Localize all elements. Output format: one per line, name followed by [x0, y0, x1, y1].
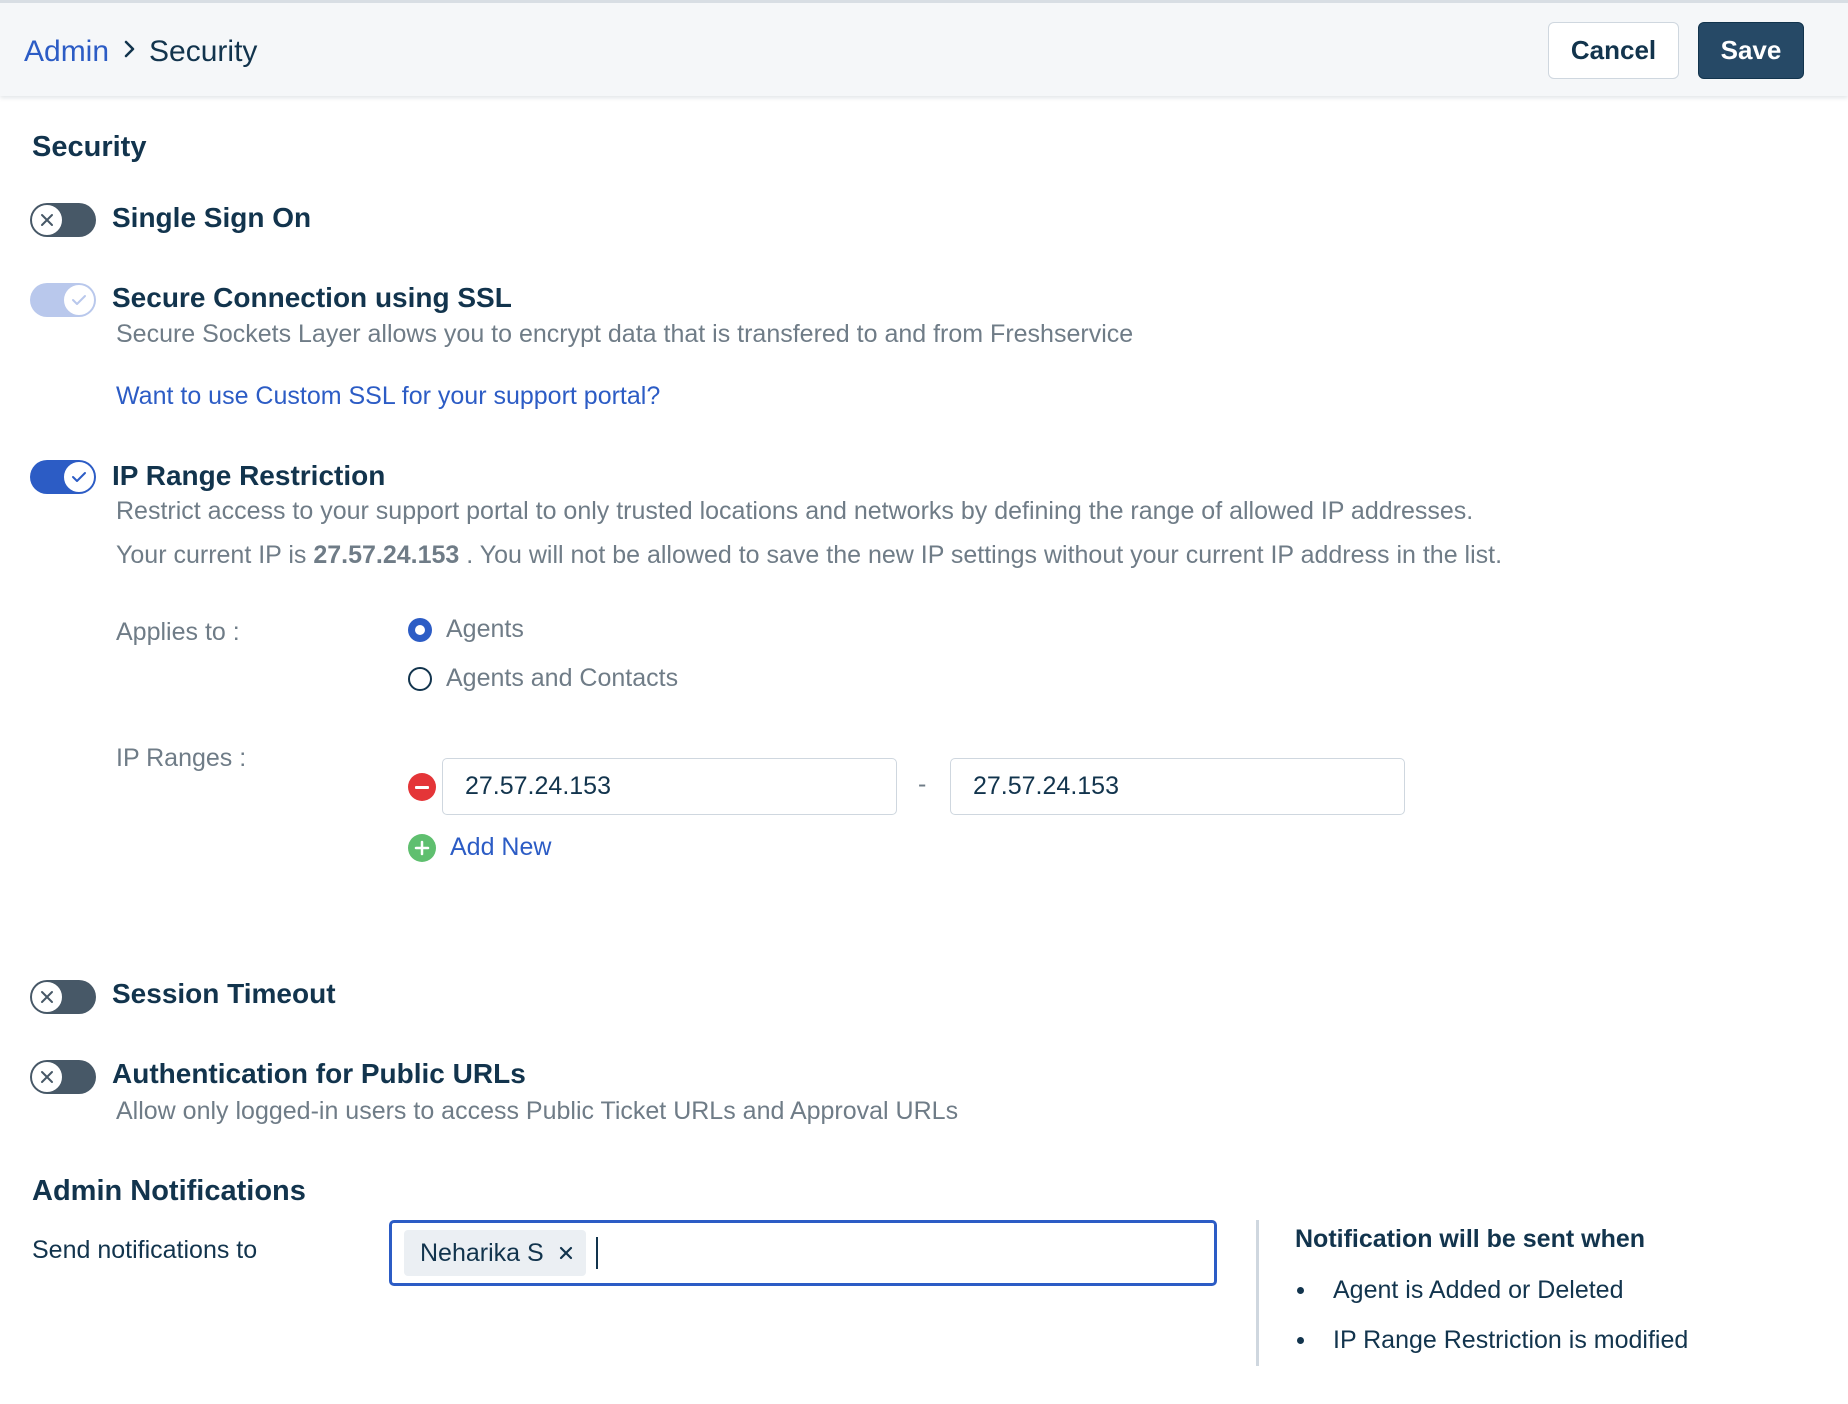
- range-separator: -: [918, 770, 927, 798]
- ssl-title: Secure Connection using SSL: [112, 282, 512, 313]
- sso-title: Single Sign On: [112, 202, 312, 233]
- ssl-description: Secure Sockets Layer allows you to encry…: [116, 320, 1134, 348]
- public-url-auth-toggle[interactable]: [30, 1060, 96, 1094]
- ip-range-from-input[interactable]: 27.57.24.153: [442, 758, 897, 815]
- close-icon[interactable]: [558, 1245, 574, 1261]
- recipient-chip: Neharika S: [404, 1230, 586, 1276]
- current-ip-suffix: . You will not be allowed to save the ne…: [466, 541, 1503, 569]
- ip-ranges-label: IP Ranges :: [116, 744, 247, 772]
- divider: [1256, 1220, 1259, 1366]
- list-item: Agent is Added or Deleted: [1297, 1276, 1623, 1305]
- current-ip-prefix: Your current IP is: [116, 541, 307, 569]
- add-new-label: Add New: [450, 833, 552, 861]
- radio-button-checked[interactable]: [408, 617, 432, 642]
- save-button[interactable]: Save: [1698, 22, 1804, 79]
- plus-circle-icon: [408, 833, 436, 862]
- public-url-auth-description: Allow only logged-in users to access Pub…: [116, 1097, 959, 1125]
- list-item: IP Range Restriction is modified: [1297, 1326, 1688, 1355]
- notification-recipients-input[interactable]: Neharika S: [389, 1220, 1217, 1286]
- radio-agents[interactable]: Agents: [408, 615, 524, 644]
- ip-range-description: Restrict access to your support portal t…: [116, 497, 1474, 525]
- add-new-range-button[interactable]: Add New: [408, 833, 551, 862]
- page-title: Security: [32, 131, 147, 163]
- radio-button-unchecked[interactable]: [408, 666, 432, 691]
- applies-to-label: Applies to :: [116, 618, 240, 646]
- ip-range-toggle[interactable]: [30, 460, 96, 494]
- notice-item-label: IP Range Restriction is modified: [1333, 1326, 1689, 1354]
- recipient-chip-label: Neharika S: [420, 1238, 544, 1267]
- ssl-toggle: [30, 283, 96, 317]
- check-icon: [63, 284, 95, 316]
- sso-toggle[interactable]: [30, 203, 96, 237]
- notification-info-title: Notification will be sent when: [1295, 1225, 1646, 1253]
- close-icon: [31, 1061, 63, 1093]
- radio-agents-label: Agents: [446, 615, 524, 643]
- ip-range-title: IP Range Restriction: [112, 460, 386, 491]
- admin-notifications-title: Admin Notifications: [32, 1175, 306, 1207]
- public-url-auth-title: Authentication for Public URLs: [112, 1058, 526, 1089]
- cancel-button[interactable]: Cancel: [1548, 22, 1679, 79]
- radio-agents-and-contacts-label: Agents and Contacts: [446, 664, 679, 692]
- close-icon: [31, 981, 63, 1013]
- custom-ssl-link[interactable]: Want to use Custom SSL for your support …: [116, 382, 660, 411]
- ip-range-to-input[interactable]: 27.57.24.153: [950, 758, 1405, 815]
- top-bar: Admin Security Cancel Save: [0, 0, 1848, 96]
- session-timeout-title: Session Timeout: [112, 978, 336, 1009]
- close-icon: [31, 204, 63, 236]
- current-ip-value: 27.57.24.153: [313, 541, 460, 569]
- session-timeout-toggle[interactable]: [30, 980, 96, 1014]
- send-notifications-label: Send notifications to: [32, 1236, 258, 1264]
- breadcrumb-admin-link[interactable]: Admin: [24, 35, 109, 69]
- radio-agents-and-contacts[interactable]: Agents and Contacts: [408, 664, 678, 693]
- notice-item-label: Agent is Added or Deleted: [1333, 1276, 1624, 1304]
- text-caret: [595, 1237, 598, 1269]
- current-ip-note: Your current IP is 27.57.24.153 . You wi…: [116, 541, 1502, 570]
- breadcrumb: Admin Security: [24, 35, 257, 69]
- check-icon: [63, 461, 95, 493]
- chevron-right-icon: [123, 38, 137, 66]
- breadcrumb-current: Security: [149, 35, 258, 68]
- minus-circle-icon[interactable]: [408, 773, 436, 801]
